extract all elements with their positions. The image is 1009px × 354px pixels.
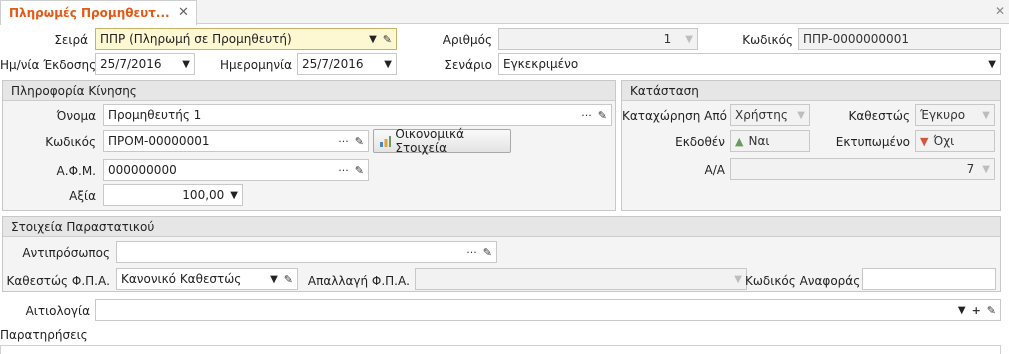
- chevron-down-icon: ▼: [685, 33, 693, 45]
- fpa-status-field[interactable]: Κανονικό Καθεστώς ▼ ✎: [116, 268, 298, 290]
- arithmos-label: Αριθμός: [442, 33, 492, 47]
- onoma-label: Όνομα: [56, 109, 96, 123]
- ellipsis-icon[interactable]: ···: [581, 109, 592, 122]
- kinisi-panel-title: Πληροφορία Κίνησης: [3, 81, 615, 101]
- chevron-down-icon[interactable]: ▼: [270, 274, 278, 285]
- kataxorisi-label: Καταχώρηση Από: [622, 109, 727, 123]
- aa-label: Α/Α: [704, 163, 725, 177]
- senario-value: Εγκεκριμένο: [503, 57, 579, 71]
- ektypomeno-value: Όχι: [933, 134, 955, 148]
- ektypomeno-label: Εκτυπωμένο: [835, 135, 910, 149]
- ekdosi-value: 25/7/2016: [100, 57, 162, 71]
- supplier-kodikos-label: Κωδικός: [45, 135, 96, 149]
- tab-title: Πληρωμές Προμηθευτ...: [9, 6, 170, 20]
- chevron-down-icon: ▼: [982, 109, 990, 121]
- status-field: Έγκυρο ▼: [915, 104, 995, 126]
- imerominia-label: Ημερομηνία: [219, 58, 292, 72]
- pencil-icon[interactable]: ✎: [355, 135, 364, 148]
- afm-value: 000000000: [108, 163, 177, 177]
- oikonomika-button-label: Οικονομικά Στοιχεία: [395, 127, 465, 155]
- axia-value: 100,00: [182, 188, 225, 202]
- senario-label: Σενάριο: [444, 58, 492, 72]
- oikonomika-stoixeia-button[interactable]: Οικονομικά Στοιχεία: [373, 127, 511, 155]
- seira-label: Σειρά: [54, 33, 88, 47]
- ekdothen-label: Εκδοθέν: [675, 135, 725, 149]
- antiprosopos-field[interactable]: ··· ✎: [116, 241, 497, 263]
- ekdothen-field: ▲ Ναι: [730, 130, 810, 152]
- aitiologia-field[interactable]: ▼ + ✎: [95, 299, 1001, 321]
- chevron-down-icon[interactable]: ▼: [230, 190, 238, 201]
- chevron-down-icon[interactable]: ▼: [384, 59, 392, 70]
- thumbs-up-icon: ▲: [735, 134, 744, 148]
- chevron-down-icon[interactable]: ▼: [988, 59, 996, 70]
- imerominia-date-field[interactable]: 25/7/2016 ▼: [297, 53, 397, 75]
- window-close-icon[interactable]: ✕: [995, 4, 1005, 18]
- kataxorisi-field: Χρήστης ▼: [730, 104, 810, 126]
- kodikos-field: ΠΠΡ-0000000001: [798, 28, 1001, 50]
- supplier-kodikos-field[interactable]: ΠΡΟΜ-00000001 ··· ✎: [103, 130, 369, 152]
- fpa-status-label: Καθεστώς Φ.Π.Α.: [6, 274, 110, 288]
- senario-field[interactable]: Εγκεκριμένο ▼: [498, 53, 1001, 75]
- afm-field[interactable]: 000000000 ··· ✎: [103, 159, 369, 181]
- ref-code-label: Κωδικός Αναφοράς: [745, 274, 861, 288]
- ellipsis-icon[interactable]: ···: [466, 246, 477, 259]
- tab-close-icon[interactable]: ✕: [178, 5, 189, 20]
- pencil-icon[interactable]: ✎: [383, 33, 392, 46]
- axia-label: Αξία: [69, 189, 96, 203]
- plus-icon[interactable]: +: [972, 304, 981, 317]
- seira-value: ΠΠΡ (Πληρωμή σε Προμηθευτή): [100, 32, 292, 46]
- aa-value: 7: [966, 162, 975, 176]
- axia-field[interactable]: 100,00 ▼: [103, 184, 243, 206]
- aitiologia-label: Αιτιολογία: [25, 304, 90, 318]
- onoma-value: Προμηθευτής 1: [108, 108, 202, 122]
- chart-icon: [380, 135, 392, 147]
- chevron-down-icon: ▼: [734, 273, 742, 285]
- tab-supplier-payments[interactable]: Πληρωμές Προμηθευτ... ✕: [0, 0, 197, 25]
- katastasi-panel-title: Κατάσταση: [622, 81, 1000, 101]
- aa-field: 7 ▼: [730, 158, 995, 180]
- ellipsis-icon[interactable]: ···: [338, 135, 349, 148]
- pencil-icon[interactable]: ✎: [284, 273, 293, 286]
- pencil-icon[interactable]: ✎: [987, 304, 996, 317]
- paratiriseis-label: Παρατηρήσεις: [0, 328, 88, 342]
- ref-code-field[interactable]: [862, 268, 996, 290]
- thumbs-down-icon: ▼: [920, 134, 929, 148]
- fpa-exempt-label: Απαλλαγή Φ.Π.Α.: [307, 274, 410, 288]
- ekdosi-date-field[interactable]: 25/7/2016 ▼: [95, 53, 195, 75]
- antiprosopos-label: Αντιπρόσωπος: [22, 246, 110, 260]
- arithmos-field[interactable]: 1 ▼: [498, 28, 698, 50]
- fpa-status-value: Κανονικό Καθεστώς: [121, 272, 242, 286]
- chevron-down-icon[interactable]: ▼: [182, 59, 190, 70]
- chevron-down-icon[interactable]: ▼: [958, 305, 966, 316]
- kodikos-label: Κωδικός: [742, 33, 793, 47]
- fpa-exempt-field: ▼: [415, 268, 747, 290]
- paratiriseis-textarea[interactable]: [0, 346, 1001, 354]
- ellipsis-icon[interactable]: ···: [338, 164, 349, 177]
- imerominia-value: 25/7/2016: [302, 57, 364, 71]
- chevron-down-icon[interactable]: ▼: [369, 34, 377, 45]
- ekdosi-label: Ημ/νία Έκδοσης: [0, 58, 97, 72]
- arithmos-value: 1: [663, 32, 672, 46]
- pencil-icon[interactable]: ✎: [355, 164, 364, 177]
- ektypomeno-field: ▼ Όχι: [915, 130, 995, 152]
- chevron-down-icon: ▼: [797, 109, 805, 121]
- pencil-icon[interactable]: ✎: [598, 109, 607, 122]
- status-label: Καθεστώς: [848, 109, 910, 123]
- pencil-icon[interactable]: ✎: [483, 246, 492, 259]
- kataxorisi-value: Χρήστης: [735, 108, 788, 122]
- chevron-down-icon: ▼: [982, 163, 990, 175]
- seira-field[interactable]: ΠΠΡ (Πληρωμή σε Προμηθευτή) ▼ ✎: [95, 28, 397, 50]
- supplier-kodikos-value: ΠΡΟΜ-00000001: [108, 134, 210, 148]
- parastatiko-panel-title: Στοιχεία Παραστατικού: [3, 217, 1000, 237]
- kodikos-value: ΠΠΡ-0000000001: [803, 32, 909, 46]
- status-value: Έγκυρο: [920, 108, 966, 122]
- ekdothen-value: Ναι: [748, 134, 770, 148]
- onoma-field[interactable]: Προμηθευτής 1 ··· ✎: [103, 104, 612, 126]
- afm-label: Α.Φ.Μ.: [56, 164, 96, 178]
